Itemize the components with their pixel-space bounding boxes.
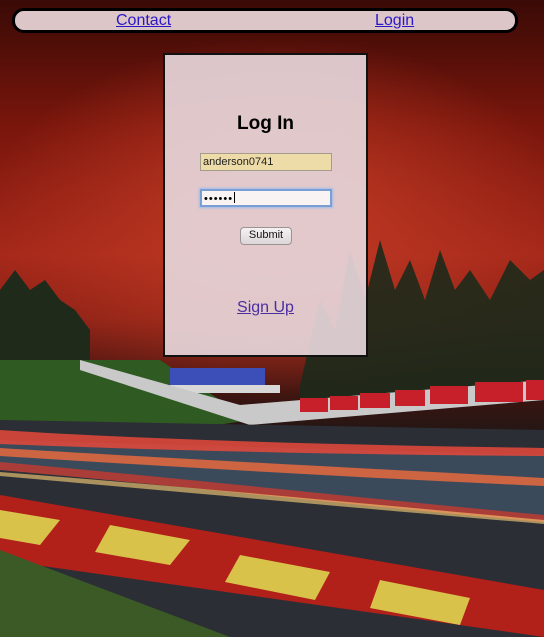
submit-button[interactable]: Submit [240, 227, 292, 245]
password-mask: •••••• [204, 193, 234, 205]
password-input[interactable]: •••••• [200, 189, 332, 207]
contact-link[interactable]: Contact [116, 11, 171, 31]
login-title: Log In [237, 113, 294, 134]
login-card: Log In anderson0741 •••••• Submit Sign U… [163, 53, 368, 357]
login-link[interactable]: Login [375, 11, 414, 31]
username-input[interactable]: anderson0741 [200, 153, 332, 171]
signup-link[interactable]: Sign Up [165, 299, 366, 317]
top-navigation-bar: Contact Login [12, 8, 518, 33]
text-caret [234, 192, 236, 203]
